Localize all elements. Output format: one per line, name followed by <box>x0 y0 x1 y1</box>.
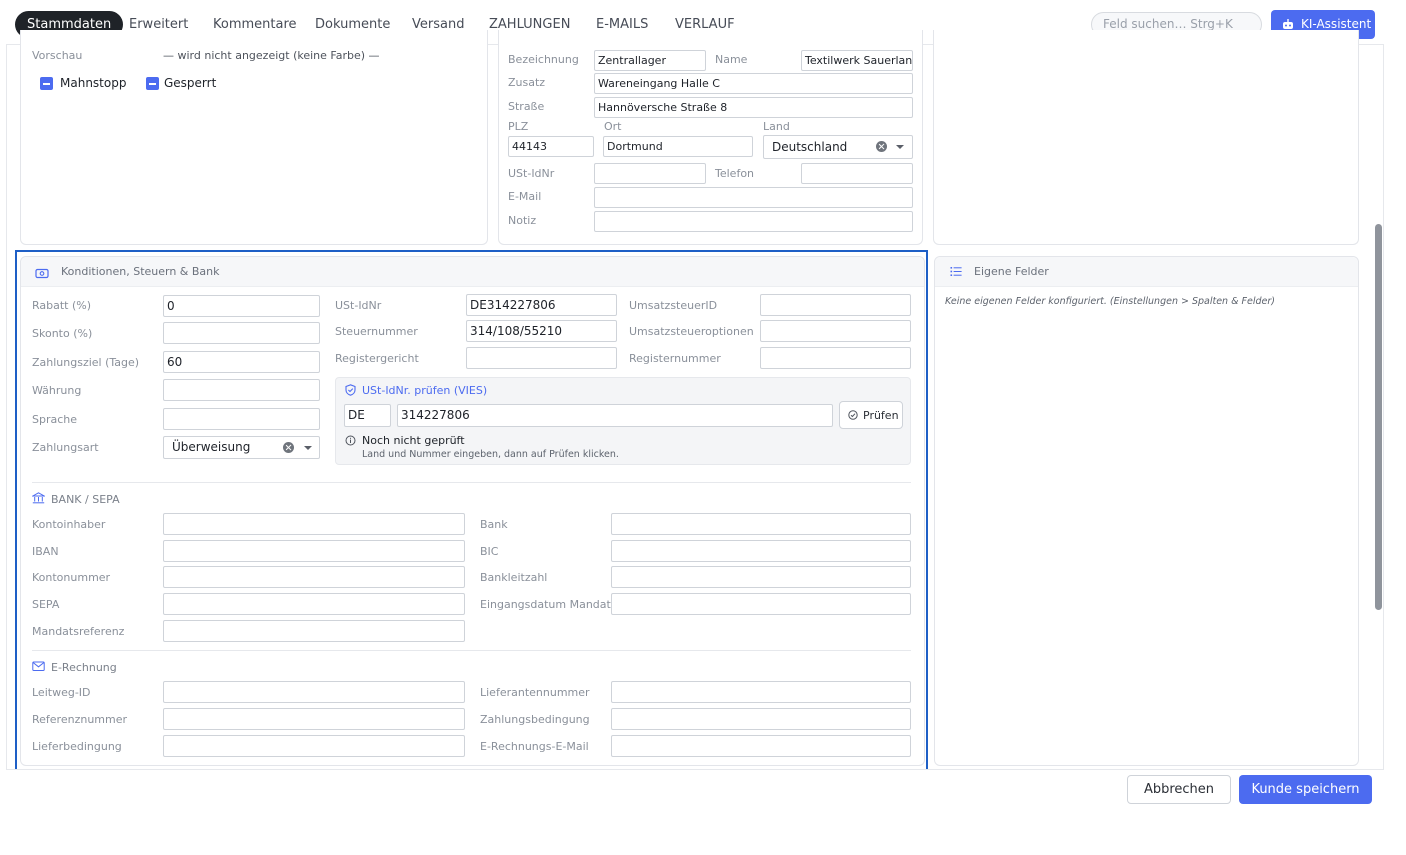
plz-input[interactable]: 44143 <box>508 136 594 157</box>
email-label: E-Mail <box>508 190 542 203</box>
land-dropdown-icon[interactable] <box>896 145 904 149</box>
robot-icon <box>1283 19 1293 29</box>
scrollbar-thumb[interactable] <box>1375 224 1382 610</box>
ustid-input[interactable] <box>594 163 706 184</box>
notiz-input[interactable] <box>594 211 913 232</box>
telefon-label: Telefon <box>715 167 755 180</box>
eigene-felder-card <box>934 256 1359 766</box>
save-customer-button[interactable]: Kunde speichern <box>1239 775 1372 804</box>
plz-label: PLZ <box>508 120 529 133</box>
mahnstopp-label: Mahnstopp <box>60 76 127 90</box>
land-clear-icon[interactable] <box>876 141 887 152</box>
bezeichnung-label: Bezeichnung <box>508 53 579 66</box>
eigene-felder-empty-text: Keine eigenen Felder konfiguriert. (Eins… <box>945 296 1275 307</box>
display-card: Vorschau — wird nicht angezeigt (keine F… <box>20 30 488 245</box>
ort-input[interactable]: Dortmund <box>603 136 753 157</box>
zusatz-label: Zusatz <box>508 76 546 89</box>
mahnstopp-checkbox[interactable] <box>40 77 53 90</box>
right-top-card <box>933 30 1359 245</box>
focus-highlight-frame <box>15 250 928 772</box>
land-label: Land <box>763 120 790 133</box>
gesperrt-checkbox[interactable] <box>146 77 159 90</box>
strasse-label: Straße <box>508 100 545 113</box>
ort-label: Ort <box>604 120 622 133</box>
list-icon <box>950 267 962 276</box>
email-input[interactable] <box>594 187 913 208</box>
telefon-input[interactable] <box>801 163 913 184</box>
name-label: Name <box>715 53 748 66</box>
land-select[interactable]: Deutschland <box>763 135 913 159</box>
ustid-label: USt-IdNr <box>508 167 555 180</box>
notiz-label: Notiz <box>508 214 537 227</box>
land-select-value: Deutschland <box>772 140 848 154</box>
preview-label: Vorschau <box>32 49 83 62</box>
eigene-felder-title: Eigene Felder <box>974 265 1049 278</box>
name-input[interactable]: Textilwerk Sauerland <box>801 50 913 71</box>
gesperrt-label: Gesperrt <box>164 76 217 90</box>
cancel-button[interactable]: Abbrechen <box>1127 775 1231 804</box>
zusatz-input[interactable]: Wareneingang Halle C <box>594 73 913 94</box>
preview-value: — wird nicht angezeigt (keine Farbe) — <box>163 49 380 62</box>
bezeichnung-input[interactable]: Zentrallager <box>594 50 706 71</box>
strasse-input[interactable]: Hannöversche Straße 8 <box>594 97 913 118</box>
